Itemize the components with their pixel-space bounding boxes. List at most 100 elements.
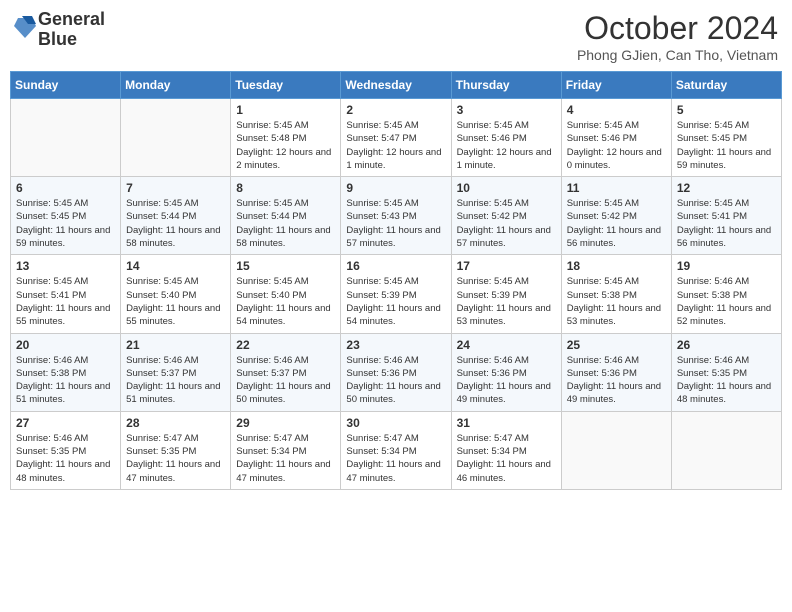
calendar-cell: 3 Sunrise: 5:45 AMSunset: 5:46 PMDaylight… (451, 99, 561, 177)
day-number: 5 (677, 103, 776, 117)
calendar-cell: 18 Sunrise: 5:45 AMSunset: 5:38 PMDayligh… (561, 255, 671, 333)
day-number: 21 (126, 338, 225, 352)
cell-info: Sunrise: 5:45 AMSunset: 5:44 PMDaylight:… (236, 197, 335, 250)
weekday-header-monday: Monday (121, 72, 231, 99)
cell-info: Sunrise: 5:46 AMSunset: 5:36 PMDaylight:… (346, 354, 445, 407)
cell-info: Sunrise: 5:46 AMSunset: 5:35 PMDaylight:… (677, 354, 776, 407)
title-block: October 2024 Phong GJien, Can Tho, Vietn… (577, 10, 778, 63)
cell-info: Sunrise: 5:45 AMSunset: 5:45 PMDaylight:… (16, 197, 115, 250)
month-title: October 2024 (577, 10, 778, 47)
calendar-cell: 13 Sunrise: 5:45 AMSunset: 5:41 PMDayligh… (11, 255, 121, 333)
cell-info: Sunrise: 5:45 AMSunset: 5:44 PMDaylight:… (126, 197, 225, 250)
day-number: 26 (677, 338, 776, 352)
calendar-table: SundayMondayTuesdayWednesdayThursdayFrid… (10, 71, 782, 490)
logo-line2: Blue (38, 30, 105, 50)
cell-info: Sunrise: 5:45 AMSunset: 5:40 PMDaylight:… (126, 275, 225, 328)
day-number: 25 (567, 338, 666, 352)
cell-info: Sunrise: 5:47 AMSunset: 5:35 PMDaylight:… (126, 432, 225, 485)
calendar-cell: 23Sunrise: 5:46 AMSunset: 5:36 PMDayligh… (341, 333, 451, 411)
calendar-cell: 30 Sunrise: 5:47 AMSunset: 5:34 PMDayligh… (341, 411, 451, 489)
cell-info: Sunrise: 5:45 AMSunset: 5:47 PMDaylight:… (346, 119, 445, 172)
calendar-cell: 16Sunrise: 5:45 AMSunset: 5:39 PMDayligh… (341, 255, 451, 333)
calendar-cell: 28 Sunrise: 5:47 AMSunset: 5:35 PMDayligh… (121, 411, 231, 489)
day-number: 28 (126, 416, 225, 430)
logo-icon (14, 14, 36, 42)
day-number: 22 (236, 338, 335, 352)
calendar-cell (561, 411, 671, 489)
calendar-cell: 24 Sunrise: 5:46 AMSunset: 5:36 PMDayligh… (451, 333, 561, 411)
day-number: 3 (457, 103, 556, 117)
cell-info: Sunrise: 5:45 AMSunset: 5:41 PMDaylight:… (16, 275, 115, 328)
calendar-cell: 1 Sunrise: 5:45 AMSunset: 5:48 PMDaylight… (231, 99, 341, 177)
calendar-cell: 29 Sunrise: 5:47 AMSunset: 5:34 PMDayligh… (231, 411, 341, 489)
calendar-cell: 26 Sunrise: 5:46 AMSunset: 5:35 PMDayligh… (671, 333, 781, 411)
day-number: 4 (567, 103, 666, 117)
day-number: 24 (457, 338, 556, 352)
weekday-header-row: SundayMondayTuesdayWednesdayThursdayFrid… (11, 72, 782, 99)
day-number: 12 (677, 181, 776, 195)
cell-info: Sunrise: 5:46 AMSunset: 5:36 PMDaylight:… (567, 354, 666, 407)
calendar-cell: 21Sunrise: 5:46 AMSunset: 5:37 PMDayligh… (121, 333, 231, 411)
calendar-cell: 20 Sunrise: 5:46 AMSunset: 5:38 PMDayligh… (11, 333, 121, 411)
day-number: 18 (567, 259, 666, 273)
calendar-cell (121, 99, 231, 177)
location-title: Phong GJien, Can Tho, Vietnam (577, 47, 778, 63)
calendar-cell: 27Sunrise: 5:46 AMSunset: 5:35 PMDayligh… (11, 411, 121, 489)
logo: General Blue (14, 10, 105, 50)
calendar-cell: 8Sunrise: 5:45 AMSunset: 5:44 PMDaylight… (231, 177, 341, 255)
cell-info: Sunrise: 5:46 AMSunset: 5:38 PMDaylight:… (16, 354, 115, 407)
cell-info: Sunrise: 5:46 AMSunset: 5:38 PMDaylight:… (677, 275, 776, 328)
calendar-cell: 14 Sunrise: 5:45 AMSunset: 5:40 PMDayligh… (121, 255, 231, 333)
calendar-week-row: 27Sunrise: 5:46 AMSunset: 5:35 PMDayligh… (11, 411, 782, 489)
day-number: 11 (567, 181, 666, 195)
day-number: 31 (457, 416, 556, 430)
weekday-header-friday: Friday (561, 72, 671, 99)
cell-info: Sunrise: 5:45 AMSunset: 5:41 PMDaylight:… (677, 197, 776, 250)
cell-info: Sunrise: 5:47 AMSunset: 5:34 PMDaylight:… (457, 432, 556, 485)
calendar-cell: 4 Sunrise: 5:45 AMSunset: 5:46 PMDaylight… (561, 99, 671, 177)
calendar-cell: 7 Sunrise: 5:45 AMSunset: 5:44 PMDaylight… (121, 177, 231, 255)
calendar-week-row: 20 Sunrise: 5:46 AMSunset: 5:38 PMDayligh… (11, 333, 782, 411)
day-number: 10 (457, 181, 556, 195)
cell-info: Sunrise: 5:45 AMSunset: 5:43 PMDaylight:… (346, 197, 445, 250)
calendar-cell: 17Sunrise: 5:45 AMSunset: 5:39 PMDayligh… (451, 255, 561, 333)
day-number: 15 (236, 259, 335, 273)
day-number: 2 (346, 103, 445, 117)
cell-info: Sunrise: 5:45 AMSunset: 5:38 PMDaylight:… (567, 275, 666, 328)
weekday-header-sunday: Sunday (11, 72, 121, 99)
cell-info: Sunrise: 5:45 AMSunset: 5:42 PMDaylight:… (457, 197, 556, 250)
calendar-cell: 22 Sunrise: 5:46 AMSunset: 5:37 PMDayligh… (231, 333, 341, 411)
cell-info: Sunrise: 5:45 AMSunset: 5:48 PMDaylight:… (236, 119, 335, 172)
day-number: 9 (346, 181, 445, 195)
calendar-cell: 2 Sunrise: 5:45 AMSunset: 5:47 PMDaylight… (341, 99, 451, 177)
cell-info: Sunrise: 5:46 AMSunset: 5:36 PMDaylight:… (457, 354, 556, 407)
calendar-cell: 31 Sunrise: 5:47 AMSunset: 5:34 PMDayligh… (451, 411, 561, 489)
day-number: 14 (126, 259, 225, 273)
calendar-cell (671, 411, 781, 489)
logo-line1: General (38, 10, 105, 30)
day-number: 29 (236, 416, 335, 430)
cell-info: Sunrise: 5:47 AMSunset: 5:34 PMDaylight:… (346, 432, 445, 485)
cell-info: Sunrise: 5:47 AMSunset: 5:34 PMDaylight:… (236, 432, 335, 485)
day-number: 30 (346, 416, 445, 430)
weekday-header-tuesday: Tuesday (231, 72, 341, 99)
cell-info: Sunrise: 5:46 AMSunset: 5:37 PMDaylight:… (236, 354, 335, 407)
calendar-cell: 9 Sunrise: 5:45 AMSunset: 5:43 PMDaylight… (341, 177, 451, 255)
cell-info: Sunrise: 5:45 AMSunset: 5:39 PMDaylight:… (346, 275, 445, 328)
calendar-cell: 11 Sunrise: 5:45 AMSunset: 5:42 PMDayligh… (561, 177, 671, 255)
cell-info: Sunrise: 5:45 AMSunset: 5:40 PMDaylight:… (236, 275, 335, 328)
cell-info: Sunrise: 5:45 AMSunset: 5:46 PMDaylight:… (457, 119, 556, 172)
day-number: 20 (16, 338, 115, 352)
cell-info: Sunrise: 5:45 AMSunset: 5:46 PMDaylight:… (567, 119, 666, 172)
cell-info: Sunrise: 5:45 AMSunset: 5:39 PMDaylight:… (457, 275, 556, 328)
calendar-cell (11, 99, 121, 177)
day-number: 13 (16, 259, 115, 273)
day-number: 27 (16, 416, 115, 430)
day-number: 6 (16, 181, 115, 195)
day-number: 1 (236, 103, 335, 117)
day-number: 7 (126, 181, 225, 195)
logo-text: General Blue (38, 10, 105, 50)
calendar-cell: 6 Sunrise: 5:45 AMSunset: 5:45 PMDaylight… (11, 177, 121, 255)
cell-info: Sunrise: 5:45 AMSunset: 5:42 PMDaylight:… (567, 197, 666, 250)
day-number: 19 (677, 259, 776, 273)
